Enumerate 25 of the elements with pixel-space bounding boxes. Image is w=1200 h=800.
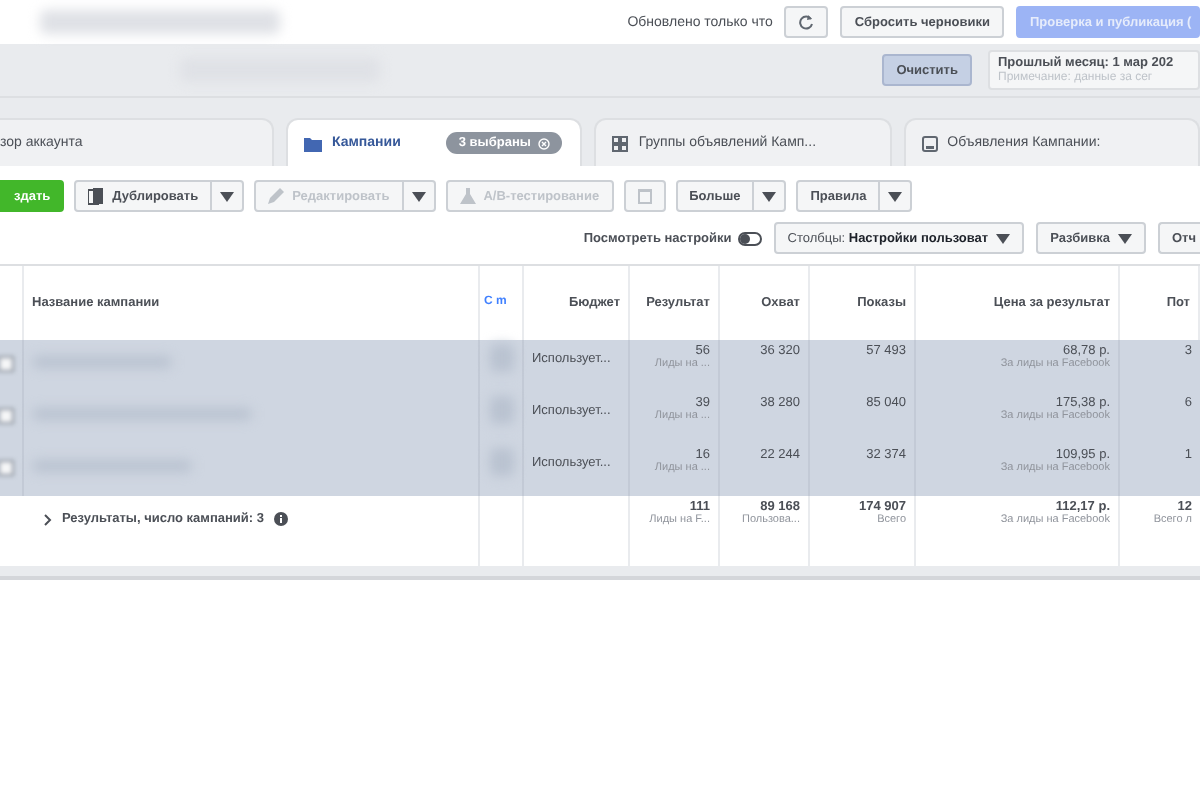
pencil-icon bbox=[268, 188, 285, 204]
grid-icon bbox=[612, 135, 629, 151]
close-icon[interactable] bbox=[538, 137, 551, 149]
refresh-icon bbox=[798, 14, 815, 30]
toggle-switch[interactable] bbox=[737, 231, 762, 245]
blurred-checkbox[interactable] bbox=[0, 356, 14, 372]
blurred-checkbox[interactable] bbox=[0, 460, 14, 476]
folder-icon bbox=[304, 135, 322, 151]
caret-icon bbox=[411, 191, 426, 201]
dropdown-button[interactable] bbox=[880, 180, 913, 212]
blurred-checkbox[interactable] bbox=[0, 408, 14, 424]
chevron-right-icon[interactable] bbox=[44, 513, 52, 525]
info-icon[interactable] bbox=[274, 512, 289, 526]
caret-icon bbox=[1117, 233, 1132, 243]
ad-icon bbox=[921, 135, 938, 151]
refresh-button[interactable] bbox=[784, 6, 829, 38]
caret-icon bbox=[762, 191, 777, 201]
trash-icon bbox=[637, 188, 652, 204]
caret-icon bbox=[220, 191, 235, 201]
flask-icon bbox=[459, 188, 476, 204]
caret-icon bbox=[996, 233, 1011, 243]
copy-icon bbox=[88, 187, 105, 205]
caret-icon bbox=[888, 191, 903, 201]
dropdown-button[interactable] bbox=[754, 180, 787, 212]
dropdown-button[interactable] bbox=[212, 180, 245, 212]
